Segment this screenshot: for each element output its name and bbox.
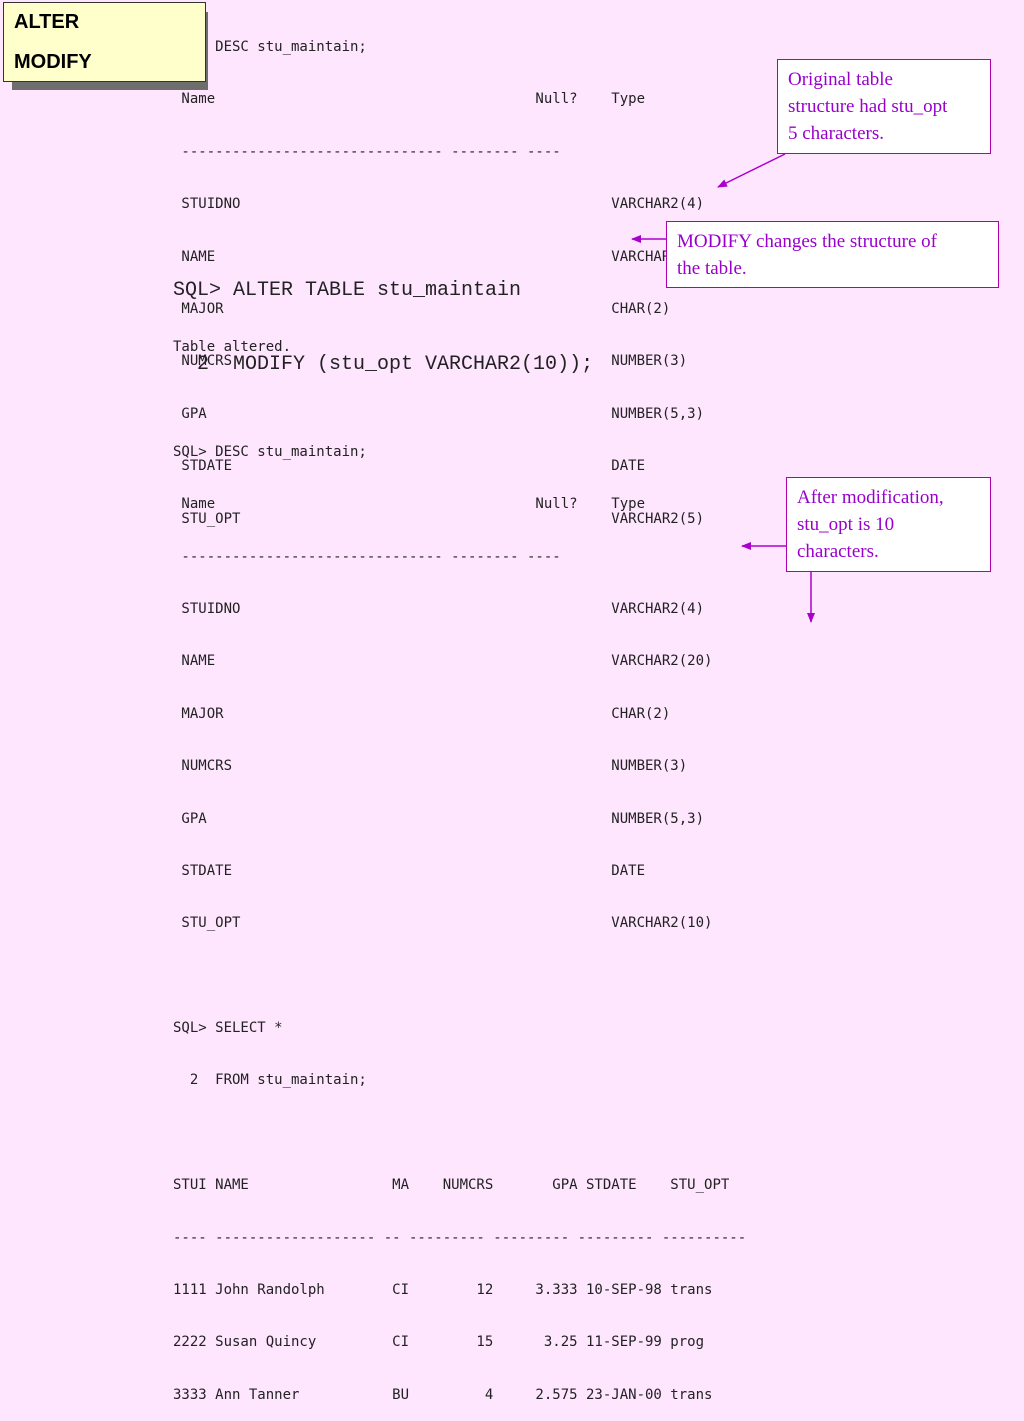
result-row: 2222 Susan Quincy CI 15 3.25 11-SEP-99 p… <box>173 1334 705 1351</box>
result-row: 1111 John Randolph CI 12 3.333 10-SEP-98… <box>173 1282 713 1299</box>
result-row: 3333 Ann Tanner BU 4 2.575 23-JAN-00 tra… <box>173 1386 713 1403</box>
output-line: STDATE DATE <box>173 862 646 879</box>
arrow-to-varchar5 <box>717 153 786 188</box>
callout-arrows <box>631 153 815 623</box>
output-line: 2 FROM stu_maintain; <box>173 1072 367 1089</box>
output-line: STU_OPT VARCHAR2(10) <box>173 915 713 932</box>
result-header: STUI NAME MA NUMCRS GPA STDATE STU_OPT <box>173 1177 730 1194</box>
output-line: GPA NUMBER(5,3) <box>173 810 705 827</box>
result-divider: ---- ------------------- -- --------- --… <box>173 1229 747 1246</box>
output-line: SQL> SELECT * <box>173 1020 283 1037</box>
